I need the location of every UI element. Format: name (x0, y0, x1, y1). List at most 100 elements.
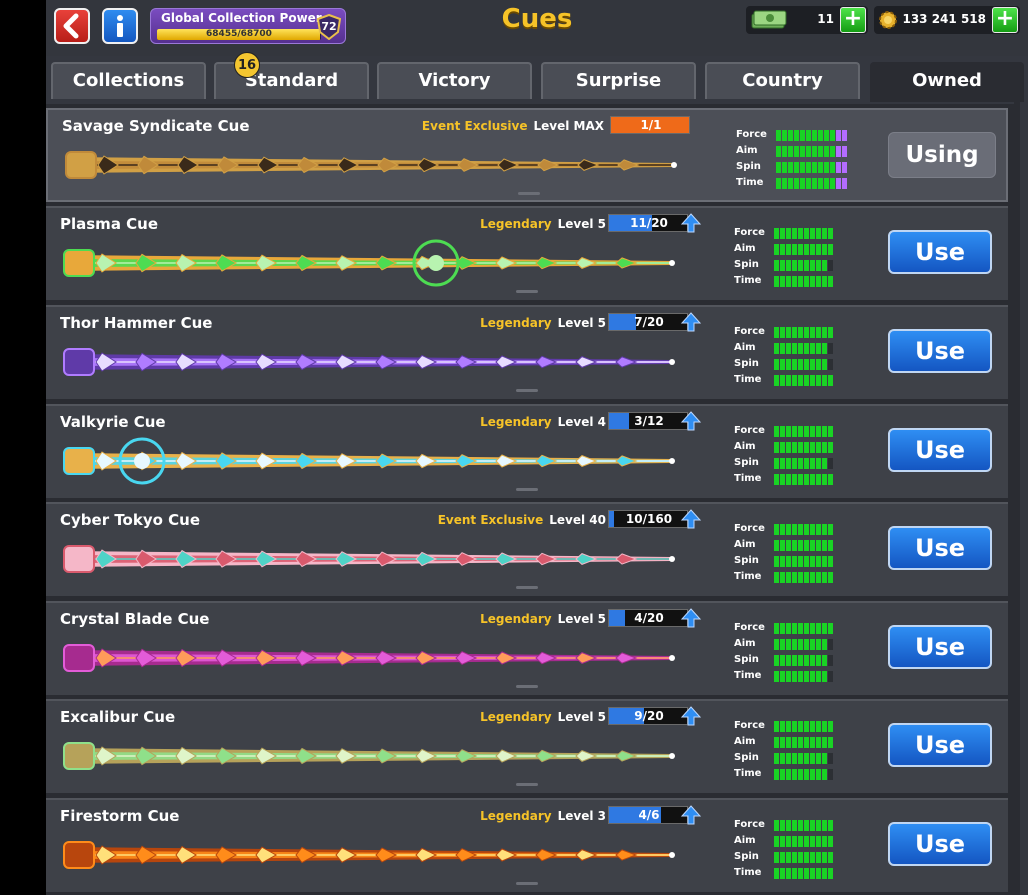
cue-card[interactable]: Valkyrie Cue Level 4 Legendary 3/12 Force Aim… (46, 404, 1008, 498)
cue-card[interactable]: Firestorm Cue Level 3 Legendary 4/6 Force Aim… (46, 798, 1008, 892)
stat-segment (810, 655, 815, 666)
upgrade-arrow-icon[interactable] (680, 804, 702, 826)
cue-level: Level 40 (549, 513, 606, 527)
upgrade-arrow-icon[interactable] (680, 508, 702, 530)
tab-surprise[interactable]: Surprise (541, 62, 696, 99)
stat-bar (774, 276, 833, 287)
stat-segment (798, 375, 803, 386)
upgrade-arrow-icon[interactable] (680, 410, 702, 432)
tab-owned[interactable]: Owned (870, 62, 1024, 102)
cue-card[interactable]: Excalibur Cue Level 5 Legendary 9/20 Force Ai… (46, 699, 1008, 793)
stat-segment (780, 572, 785, 583)
stat-segment (780, 639, 785, 650)
stat-segment (792, 375, 797, 386)
use-button[interactable]: Use (888, 329, 992, 373)
stat-segment (792, 671, 797, 682)
stat-segment (816, 458, 821, 469)
stat-segment (822, 228, 827, 239)
stat-segment (798, 639, 803, 650)
use-button[interactable]: Use (888, 822, 992, 866)
cue-drag-handle (516, 389, 538, 392)
cue-name: Firestorm Cue (60, 807, 180, 825)
use-button[interactable]: Use (888, 625, 992, 669)
stat-segment (812, 130, 817, 141)
stat-segment (816, 442, 821, 453)
stat-segment (822, 852, 827, 863)
global-collection-power[interactable]: Global Collection Power 68455/68700 72 (150, 8, 346, 44)
stat-segment (800, 178, 805, 189)
stat-segment (786, 426, 791, 437)
cue-artwork (62, 436, 682, 486)
cue-card[interactable]: Savage Syndicate Cue Level MAX Event Exclu… (46, 108, 1008, 202)
add-coins-button[interactable]: + (992, 7, 1018, 33)
cue-drag-handle (516, 685, 538, 688)
use-button[interactable]: Use (888, 428, 992, 472)
tab-victory[interactable]: Victory (377, 62, 532, 99)
stat-segment (830, 162, 835, 173)
upgrade-progress-bar: 10/160 (608, 510, 688, 528)
upgrade-arrow-icon[interactable] (680, 212, 702, 234)
stat-segment (822, 458, 827, 469)
stat-segment (810, 820, 815, 831)
stat-segment (786, 556, 791, 567)
info-button[interactable] (102, 8, 138, 44)
cue-card[interactable]: Cyber Tokyo Cue Level 40 Event Exclusive 10… (46, 502, 1008, 596)
stat-segment (798, 442, 803, 453)
stat-segment (786, 343, 791, 354)
stat-segment (774, 623, 779, 634)
stat-segment (804, 375, 809, 386)
tab-country[interactable]: Country (705, 62, 860, 99)
stat-segment (824, 130, 829, 141)
stat-segment (804, 769, 809, 780)
stat-segment (810, 442, 815, 453)
stat-segment (774, 852, 779, 863)
use-button[interactable]: Use (888, 230, 992, 274)
stat-segment (792, 769, 797, 780)
cue-card[interactable]: Thor Hammer Cue Level 5 Legendary 7/20 Force… (46, 305, 1008, 399)
owned-cues-list[interactable]: Savage Syndicate Cue Level MAX Event Exclu… (46, 104, 1016, 895)
upgrade-progress-text: 10/160 (625, 512, 673, 526)
cue-card[interactable]: Crystal Blade Cue Level 5 Legendary 4/20 For… (46, 601, 1008, 695)
stat-segment (774, 474, 779, 485)
stat-segment (810, 260, 815, 271)
stat-segment (804, 228, 809, 239)
stat-segment (776, 178, 781, 189)
cue-drag-handle (516, 290, 538, 293)
stat-segment (804, 359, 809, 370)
use-button[interactable]: Use (888, 526, 992, 570)
stat-segment (792, 836, 797, 847)
stat-segment (774, 639, 779, 650)
stat-segment (780, 228, 785, 239)
add-cash-button[interactable]: + (840, 7, 866, 33)
stat-segment (792, 228, 797, 239)
stat-segment (786, 721, 791, 732)
stat-row-aim: Aim (734, 637, 854, 653)
cue-card[interactable]: Plasma Cue Level 5 Legendary 11/20 Force Aim S… (46, 206, 1008, 300)
stat-row-force: Force (734, 424, 854, 440)
scrollbar[interactable] (1014, 100, 1020, 895)
stat-segment (812, 146, 817, 157)
upgrade-progress-bar: 11/20 (608, 214, 688, 232)
stat-segment (810, 556, 815, 567)
back-button[interactable] (54, 8, 90, 44)
stat-segment (780, 276, 785, 287)
tab-collections[interactable]: Collections (51, 62, 206, 99)
upgrade-progress-text: 9/20 (634, 709, 664, 723)
stat-segment (780, 375, 785, 386)
upgrade-arrow-icon[interactable] (680, 705, 702, 727)
use-button[interactable]: Use (888, 723, 992, 767)
stat-label: Force (736, 129, 767, 140)
stat-row-force: Force (734, 621, 854, 637)
stat-row-spin: Spin (734, 850, 854, 866)
upgrade-arrow-icon[interactable] (680, 607, 702, 629)
stat-segment (828, 852, 833, 863)
upgrade-arrow-icon[interactable] (680, 311, 702, 333)
stat-segment (828, 474, 833, 485)
stat-label: Force (734, 227, 765, 238)
stat-segment (804, 458, 809, 469)
using-button[interactable]: Using (888, 132, 996, 178)
stat-segment (786, 244, 791, 255)
stat-segment (822, 524, 827, 535)
stat-row-time: Time (734, 373, 854, 389)
stat-segment (822, 540, 827, 551)
